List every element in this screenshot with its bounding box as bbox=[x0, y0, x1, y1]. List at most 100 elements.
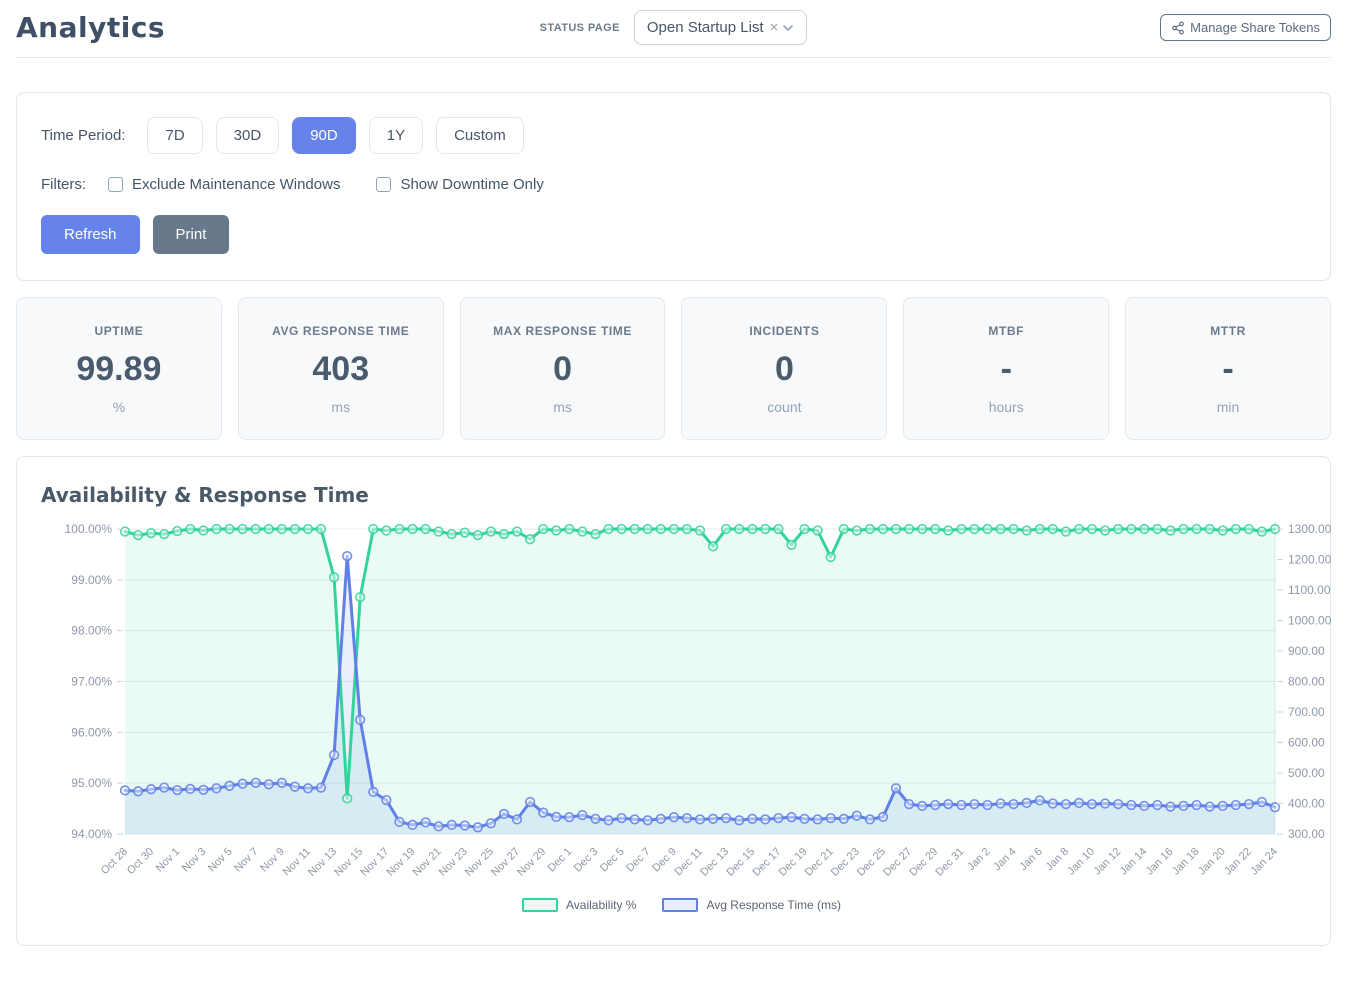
data-point[interactable] bbox=[421, 818, 430, 827]
data-point[interactable] bbox=[735, 525, 744, 534]
data-point[interactable] bbox=[840, 525, 849, 534]
data-point[interactable] bbox=[748, 815, 757, 824]
manage-share-tokens-button[interactable]: Manage Share Tokens bbox=[1160, 14, 1331, 41]
data-point[interactable] bbox=[408, 525, 417, 534]
data-point[interactable] bbox=[1205, 802, 1214, 811]
data-point[interactable] bbox=[1166, 802, 1175, 811]
data-point[interactable] bbox=[709, 815, 718, 824]
data-point[interactable] bbox=[1101, 526, 1110, 535]
data-point[interactable] bbox=[212, 784, 221, 793]
data-point[interactable] bbox=[1245, 525, 1254, 534]
data-point[interactable] bbox=[447, 530, 456, 539]
data-point[interactable] bbox=[434, 822, 443, 831]
print-button[interactable]: Print bbox=[153, 215, 230, 254]
data-point[interactable] bbox=[970, 525, 979, 534]
data-point[interactable] bbox=[565, 525, 574, 534]
data-point[interactable] bbox=[1009, 525, 1018, 534]
data-point[interactable] bbox=[879, 813, 888, 822]
data-point[interactable] bbox=[408, 821, 417, 830]
data-point[interactable] bbox=[343, 552, 352, 561]
legend-item[interactable]: Avg Response Time (ms) bbox=[662, 898, 841, 912]
data-point[interactable] bbox=[1245, 800, 1254, 809]
data-point[interactable] bbox=[487, 819, 496, 828]
data-point[interactable] bbox=[382, 526, 391, 535]
data-point[interactable] bbox=[461, 821, 470, 830]
data-point[interactable] bbox=[604, 525, 613, 534]
data-point[interactable] bbox=[474, 823, 483, 832]
data-point[interactable] bbox=[1114, 525, 1123, 534]
data-point[interactable] bbox=[160, 783, 169, 792]
data-point[interactable] bbox=[474, 531, 483, 540]
data-point[interactable] bbox=[513, 815, 522, 824]
data-point[interactable] bbox=[996, 525, 1005, 534]
data-point[interactable] bbox=[643, 816, 652, 825]
data-point[interactable] bbox=[1192, 801, 1201, 810]
data-point[interactable] bbox=[696, 815, 705, 824]
data-point[interactable] bbox=[317, 783, 326, 792]
data-point[interactable] bbox=[578, 811, 587, 820]
checkbox-icon[interactable] bbox=[108, 177, 123, 192]
data-point[interactable] bbox=[330, 751, 339, 760]
data-point[interactable] bbox=[918, 802, 927, 811]
data-point[interactable] bbox=[892, 784, 901, 793]
data-point[interactable] bbox=[369, 525, 378, 534]
data-point[interactable] bbox=[238, 525, 247, 534]
data-point[interactable] bbox=[657, 525, 666, 534]
data-point[interactable] bbox=[1192, 525, 1201, 534]
data-point[interactable] bbox=[957, 525, 966, 534]
data-point[interactable] bbox=[1062, 527, 1071, 536]
data-point[interactable] bbox=[225, 782, 234, 791]
data-point[interactable] bbox=[1088, 800, 1097, 809]
data-point[interactable] bbox=[905, 525, 914, 534]
data-point[interactable] bbox=[1232, 801, 1241, 810]
status-page-select[interactable]: Open Startup List × bbox=[634, 10, 808, 45]
data-point[interactable] bbox=[330, 573, 339, 582]
data-point[interactable] bbox=[1062, 800, 1071, 809]
data-point[interactable] bbox=[643, 525, 652, 534]
data-point[interactable] bbox=[382, 796, 391, 805]
data-point[interactable] bbox=[1075, 799, 1084, 808]
data-point[interactable] bbox=[421, 525, 430, 534]
data-point[interactable] bbox=[617, 814, 626, 823]
data-point[interactable] bbox=[931, 801, 940, 810]
data-point[interactable] bbox=[1036, 525, 1045, 534]
data-point[interactable] bbox=[356, 716, 365, 725]
data-point[interactable] bbox=[774, 525, 783, 534]
data-point[interactable] bbox=[121, 527, 130, 536]
data-point[interactable] bbox=[186, 525, 195, 534]
filter-checkbox[interactable]: Exclude Maintenance Windows bbox=[108, 176, 340, 193]
data-point[interactable] bbox=[1022, 526, 1031, 535]
data-point[interactable] bbox=[552, 813, 561, 822]
data-point[interactable] bbox=[225, 525, 234, 534]
data-point[interactable] bbox=[526, 535, 535, 544]
data-point[interactable] bbox=[539, 525, 548, 534]
data-point[interactable] bbox=[840, 815, 849, 824]
data-point[interactable] bbox=[147, 529, 156, 538]
data-point[interactable] bbox=[395, 818, 404, 827]
data-point[interactable] bbox=[1153, 525, 1162, 534]
data-point[interactable] bbox=[304, 525, 313, 534]
data-point[interactable] bbox=[539, 808, 548, 817]
data-point[interactable] bbox=[160, 530, 169, 539]
data-point[interactable] bbox=[251, 779, 260, 788]
data-point[interactable] bbox=[892, 525, 901, 534]
data-point[interactable] bbox=[853, 811, 862, 820]
time-period-button-7d[interactable]: 7D bbox=[147, 117, 202, 154]
data-point[interactable] bbox=[265, 780, 274, 789]
data-point[interactable] bbox=[983, 525, 992, 534]
data-point[interactable] bbox=[134, 787, 143, 796]
data-point[interactable] bbox=[199, 526, 208, 535]
data-point[interactable] bbox=[905, 800, 914, 809]
data-point[interactable] bbox=[748, 525, 757, 534]
data-point[interactable] bbox=[1218, 802, 1227, 811]
data-point[interactable] bbox=[173, 786, 182, 795]
data-point[interactable] bbox=[931, 525, 940, 534]
availability-response-chart[interactable]: 100.00%99.00%98.00%97.00%96.00%95.00%94.… bbox=[41, 517, 1341, 891]
data-point[interactable] bbox=[1258, 527, 1267, 536]
data-point[interactable] bbox=[317, 525, 326, 534]
data-point[interactable] bbox=[500, 530, 509, 539]
data-point[interactable] bbox=[761, 525, 770, 534]
data-point[interactable] bbox=[826, 814, 835, 823]
data-point[interactable] bbox=[1127, 801, 1136, 810]
data-point[interactable] bbox=[630, 815, 639, 824]
